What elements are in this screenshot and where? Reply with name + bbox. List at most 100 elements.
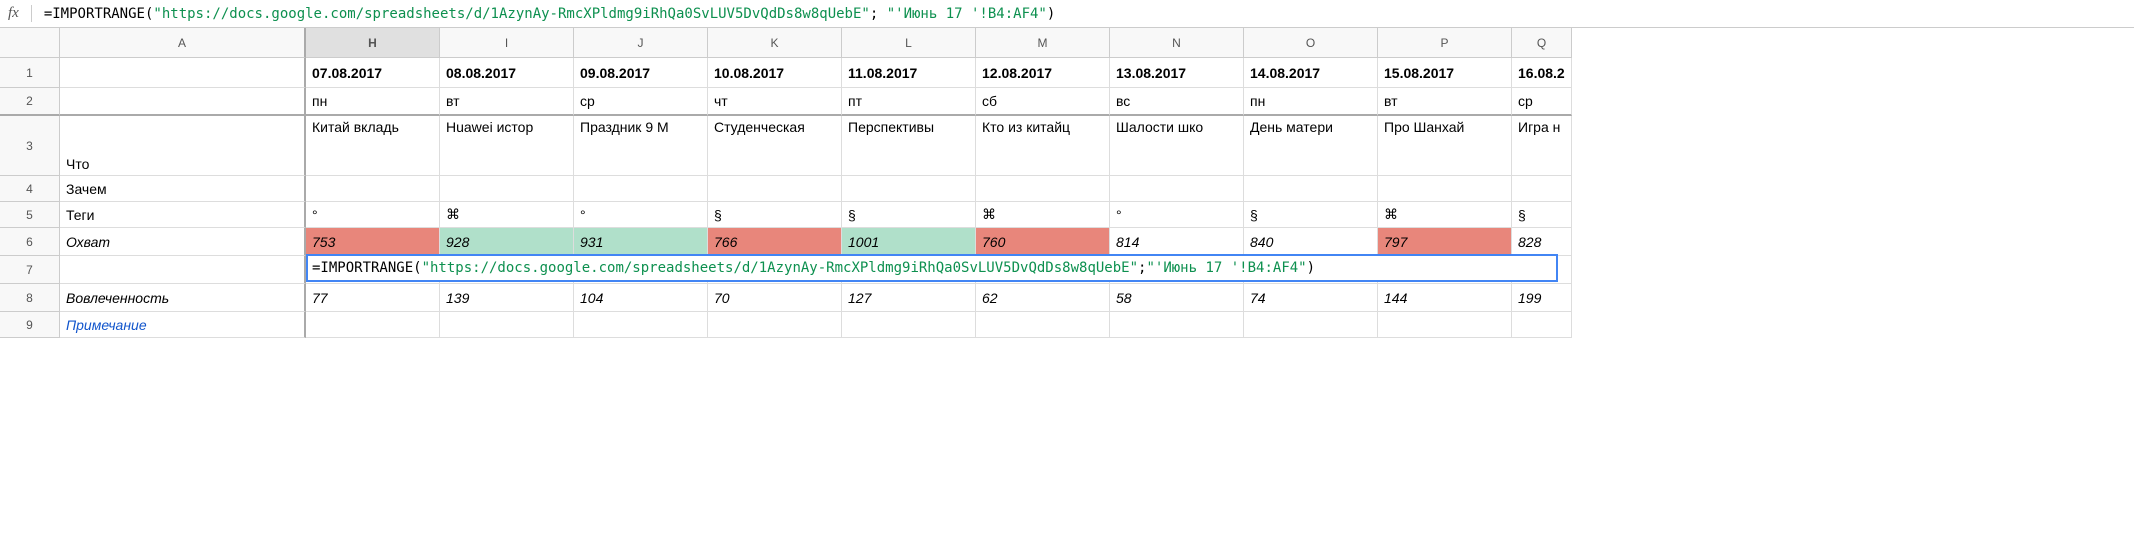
col-header-N[interactable]: N [1110, 28, 1244, 58]
cell[interactable]: пн [306, 88, 440, 116]
cell[interactable]: 11.08.2017 [842, 58, 976, 88]
cell[interactable]: ⌘ [976, 202, 1110, 228]
cell-editor[interactable]: =IMPORTRANGE("https://docs.google.com/sp… [306, 254, 1558, 282]
cell[interactable] [976, 176, 1110, 202]
cell[interactable]: Студенческая [708, 116, 842, 176]
cell[interactable] [574, 312, 708, 338]
cell[interactable]: ср [574, 88, 708, 116]
col-header-O[interactable]: O [1244, 28, 1378, 58]
cell[interactable]: 104 [574, 284, 708, 312]
cell[interactable]: Теги [60, 202, 306, 228]
cell[interactable] [574, 176, 708, 202]
cell[interactable]: День матери [1244, 116, 1378, 176]
cell[interactable] [1244, 176, 1378, 202]
cell[interactable]: Кто из китайц [976, 116, 1110, 176]
col-header-K[interactable]: K [708, 28, 842, 58]
cell[interactable]: вс [1110, 88, 1244, 116]
cell[interactable]: Про Шанхай [1378, 116, 1512, 176]
cell[interactable]: 753 [306, 228, 440, 256]
cell[interactable] [1110, 312, 1244, 338]
cell[interactable]: ср [1512, 88, 1572, 116]
cell[interactable]: Что [60, 116, 306, 176]
cell[interactable] [1378, 312, 1512, 338]
cell[interactable] [976, 312, 1110, 338]
row-header-3[interactable]: 3 [0, 116, 60, 176]
cell[interactable]: 12.08.2017 [976, 58, 1110, 88]
cell[interactable]: § [842, 202, 976, 228]
cell[interactable]: 13.08.2017 [1110, 58, 1244, 88]
cell[interactable] [306, 176, 440, 202]
cell[interactable]: 58 [1110, 284, 1244, 312]
cell[interactable]: 760 [976, 228, 1110, 256]
cell[interactable] [306, 312, 440, 338]
cell[interactable]: 797 [1378, 228, 1512, 256]
cell[interactable]: ° [306, 202, 440, 228]
col-header-A[interactable]: A [60, 28, 306, 58]
cell[interactable] [708, 312, 842, 338]
cell[interactable]: ° [1110, 202, 1244, 228]
cell[interactable]: Шалости шко [1110, 116, 1244, 176]
cell[interactable]: 144 [1378, 284, 1512, 312]
col-header-L[interactable]: L [842, 28, 976, 58]
cell[interactable] [1244, 312, 1378, 338]
row-header-8[interactable]: 8 [0, 284, 60, 312]
cell[interactable]: 10.08.2017 [708, 58, 842, 88]
cell[interactable]: 814 [1110, 228, 1244, 256]
cell[interactable]: Примечание [60, 312, 306, 338]
row-header-5[interactable]: 5 [0, 202, 60, 228]
cell[interactable]: Китай вкладь [306, 116, 440, 176]
row-header-1[interactable]: 1 [0, 58, 60, 88]
cell[interactable]: 77 [306, 284, 440, 312]
cell[interactable]: 74 [1244, 284, 1378, 312]
cell[interactable]: 931 [574, 228, 708, 256]
cell[interactable]: § [1512, 202, 1572, 228]
cell[interactable] [1512, 176, 1572, 202]
cell[interactable] [1110, 176, 1244, 202]
cell[interactable] [60, 88, 306, 116]
cell[interactable]: ⌘ [440, 202, 574, 228]
cell[interactable]: пн [1244, 88, 1378, 116]
cell[interactable]: 07.08.2017 [306, 58, 440, 88]
cell[interactable]: 15.08.2017 [1378, 58, 1512, 88]
cell[interactable]: 70 [708, 284, 842, 312]
formula-input[interactable]: =IMPORTRANGE("https://docs.google.com/sp… [44, 6, 2126, 22]
cell[interactable]: 127 [842, 284, 976, 312]
col-header-H[interactable]: H [306, 28, 440, 58]
cell[interactable] [60, 256, 306, 284]
row-header-2[interactable]: 2 [0, 88, 60, 116]
col-header-P[interactable]: P [1378, 28, 1512, 58]
cell[interactable]: 09.08.2017 [574, 58, 708, 88]
col-header-I[interactable]: I [440, 28, 574, 58]
cell[interactable]: ° [574, 202, 708, 228]
cell[interactable]: Вовлеченность [60, 284, 306, 312]
cell[interactable] [1512, 312, 1572, 338]
cell[interactable]: вт [440, 88, 574, 116]
col-header-J[interactable]: J [574, 28, 708, 58]
cell[interactable]: 766 [708, 228, 842, 256]
cell[interactable]: 139 [440, 284, 574, 312]
row-header-9[interactable]: 9 [0, 312, 60, 338]
cell[interactable]: пт [842, 88, 976, 116]
cell[interactable]: 928 [440, 228, 574, 256]
cell[interactable]: Праздник 9 М [574, 116, 708, 176]
cell[interactable]: 199 [1512, 284, 1572, 312]
cell[interactable]: сб [976, 88, 1110, 116]
cell[interactable] [708, 176, 842, 202]
cell[interactable]: ⌘ [1378, 202, 1512, 228]
cell[interactable]: 16.08.2 [1512, 58, 1572, 88]
cell[interactable]: чт [708, 88, 842, 116]
col-header-M[interactable]: M [976, 28, 1110, 58]
cell[interactable]: 62 [976, 284, 1110, 312]
cell[interactable]: 828 [1512, 228, 1572, 256]
cell[interactable] [842, 312, 976, 338]
cell[interactable]: 14.08.2017 [1244, 58, 1378, 88]
cell[interactable]: 1001 [842, 228, 976, 256]
cell[interactable]: Зачем [60, 176, 306, 202]
select-all-corner[interactable] [0, 28, 60, 58]
cell[interactable]: Huawei истор [440, 116, 574, 176]
cell[interactable]: § [1244, 202, 1378, 228]
row-header-7[interactable]: 7 [0, 256, 60, 284]
cell[interactable]: Перспективы [842, 116, 976, 176]
cell[interactable]: Охват [60, 228, 306, 256]
cell[interactable] [440, 312, 574, 338]
